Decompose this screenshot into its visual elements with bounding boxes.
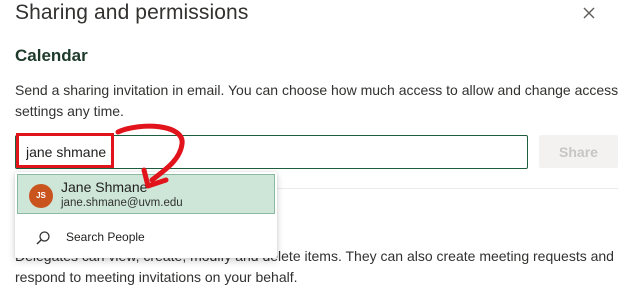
people-suggestions-dropdown: JS Jane Shmane jane.shmane@uvm.edu Searc… [15, 172, 277, 258]
avatar: JS [29, 184, 53, 208]
suggestion-name: Jane Shmane [61, 179, 148, 195]
suggestion-item[interactable]: JS Jane Shmane jane.shmane@uvm.edu [17, 174, 275, 214]
calendar-description: Send a sharing invitation in email. You … [15, 82, 619, 119]
annotation-highlight-box [16, 133, 114, 168]
share-button[interactable]: Share [539, 135, 618, 168]
search-people-button[interactable]: Search People [17, 224, 275, 252]
search-icon [36, 231, 50, 245]
calendar-heading: Calendar [15, 46, 88, 65]
dialog-title: Sharing and permissions [15, 1, 249, 24]
suggestion-email: jane.shmane@uvm.edu [61, 197, 183, 209]
search-people-label: Search People [66, 230, 145, 244]
close-icon[interactable] [580, 4, 598, 22]
